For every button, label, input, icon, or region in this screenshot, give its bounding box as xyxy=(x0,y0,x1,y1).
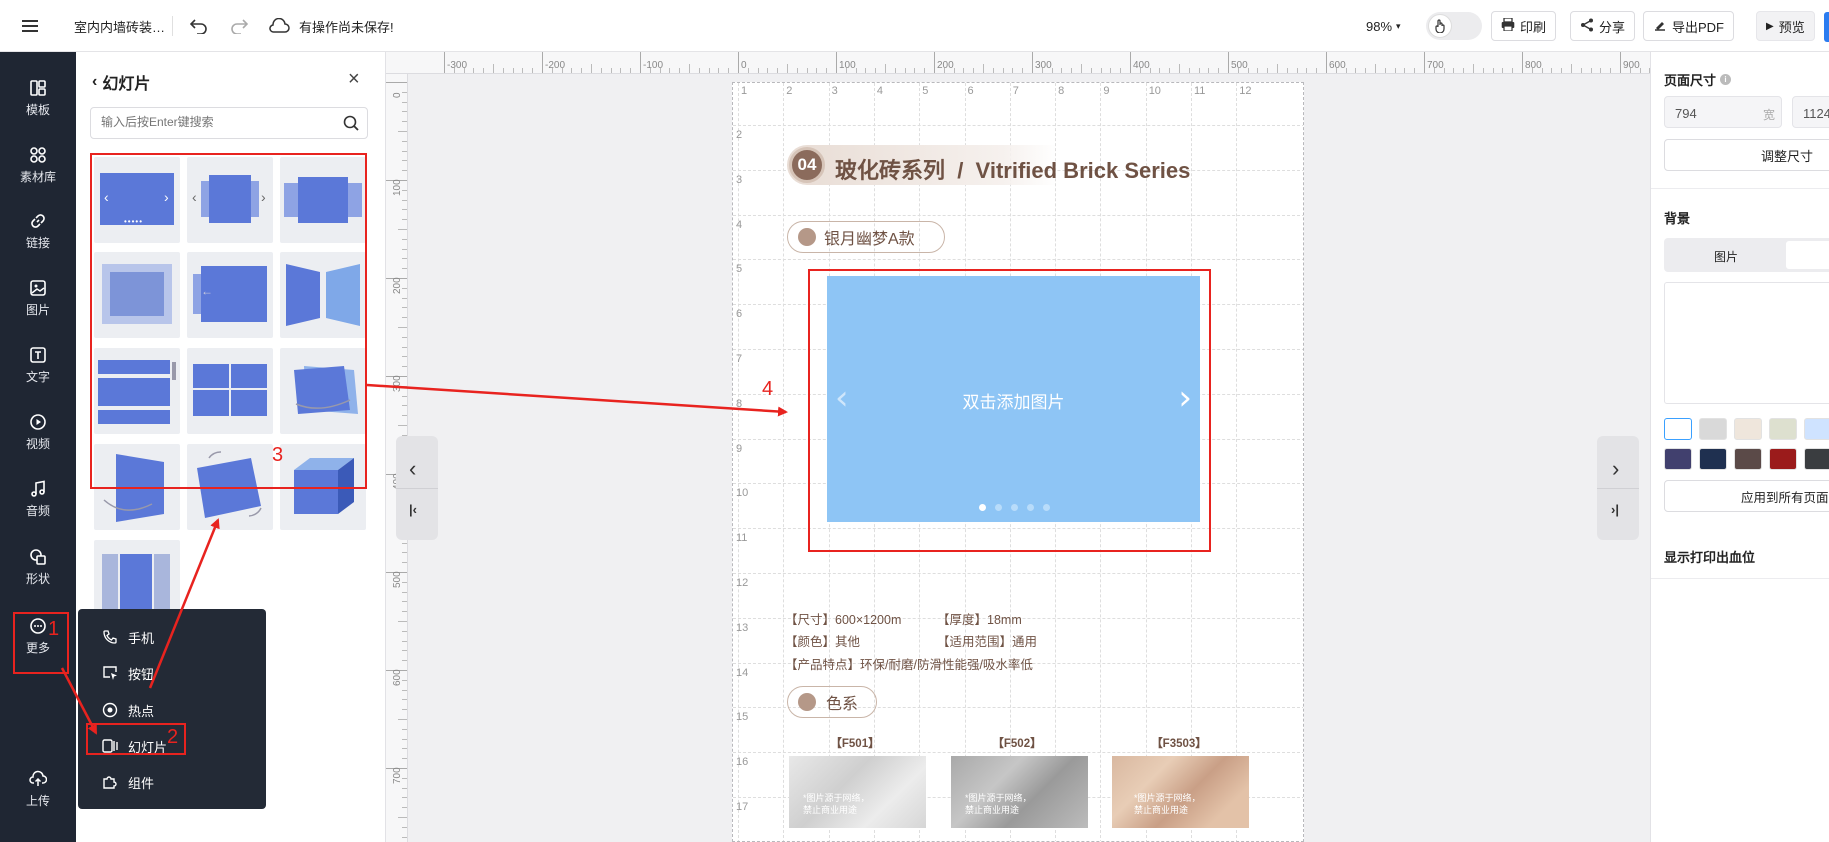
annotation-arrows xyxy=(60,383,788,735)
